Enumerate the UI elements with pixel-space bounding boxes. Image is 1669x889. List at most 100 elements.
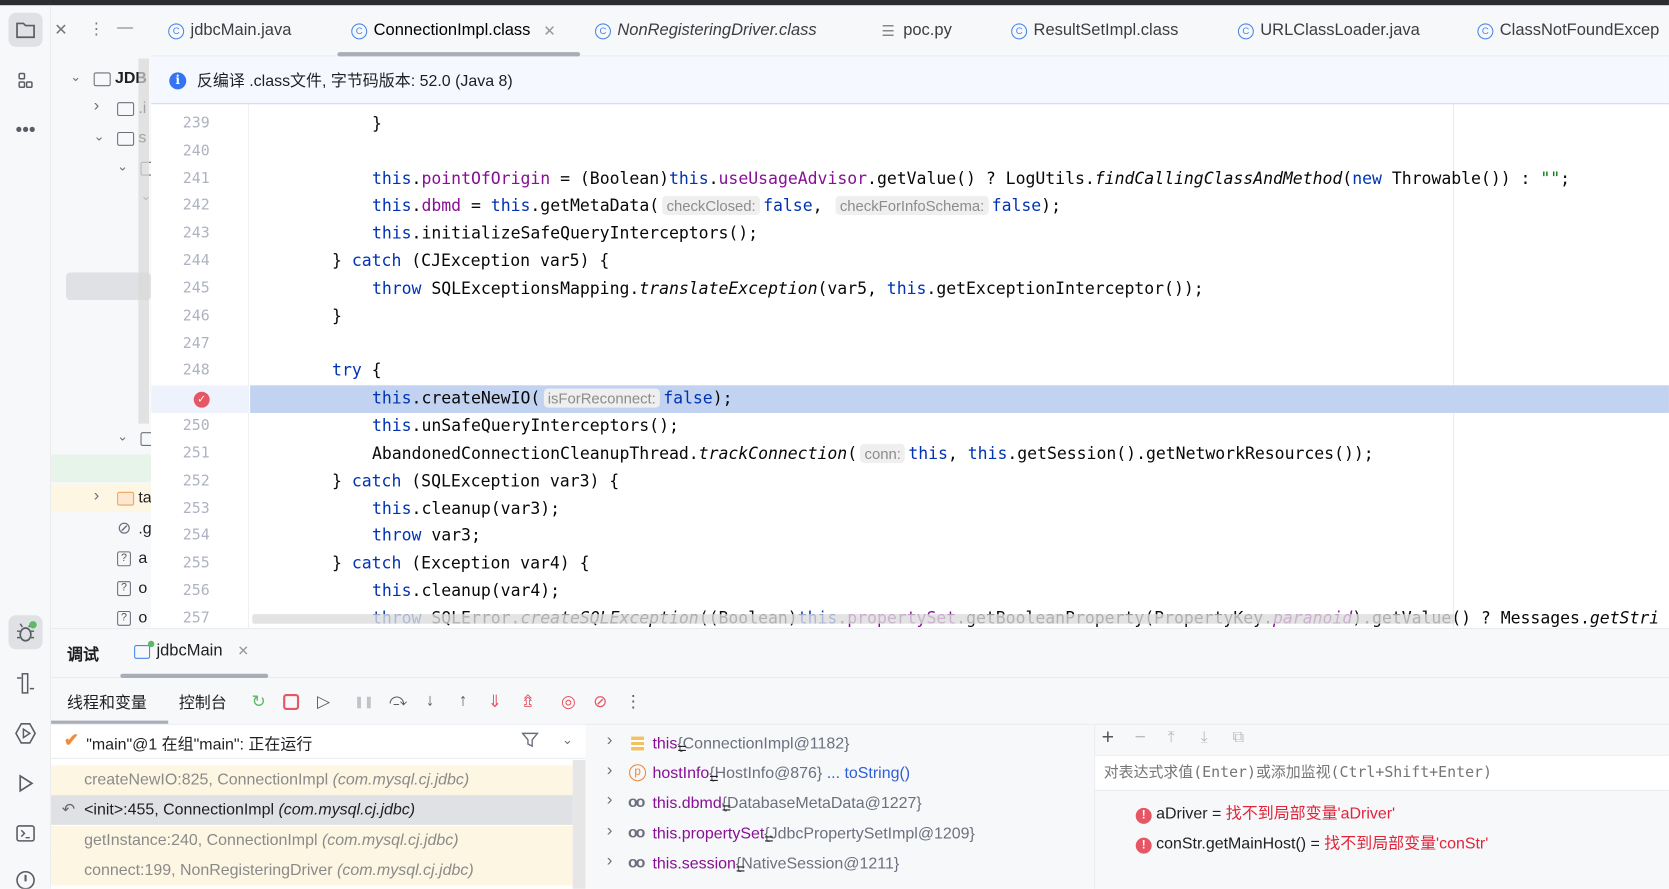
services-icon[interactable] [9,666,43,700]
chevron-right-icon[interactable]: › [607,761,613,780]
run-icon[interactable] [9,766,43,800]
project-tree: ⌄JDB›.i⌄s⌄⌄⌄›ta⊘.g?a?o?o [51,56,152,628]
tab-urlclassloader-java[interactable]: C URLClassLoader.java [1237,5,1420,56]
pause-icon[interactable]: ❚❚ [351,689,377,715]
stack-frame[interactable]: getInstance:240, ConnectionImpl (com.mys… [51,825,573,856]
minimize-icon[interactable]: — [117,18,133,36]
banner-text: 反编译 .class文件, 字节码版本: 52.0 (Java 8) [196,72,513,91]
chevron-right-icon[interactable]: › [607,731,613,750]
chevron-down-icon[interactable]: ⌄ [94,129,105,144]
equals: = [1207,804,1226,823]
evaluate-expression-input[interactable] [1095,754,1669,791]
move-down-icon[interactable]: ⤓ [1201,728,1208,746]
chevron-down-icon[interactable]: ⌄ [117,159,128,174]
code-token: "" [1540,168,1561,189]
tab-nonregisteringdriver-class[interactable]: C NonRegisteringDriver.class [594,5,817,56]
tab-jdbcmain-java[interactable]: CjdbcMain.java [168,5,291,56]
rerun-icon[interactable]: ↻ [246,689,272,715]
line-number: 245 [182,279,210,297]
stack-frame[interactable]: createNewIO:825, ConnectionImpl (com.mys… [51,765,573,796]
stack-frame[interactable]: ↶ <init>:455, ConnectionImpl (com.mysql.c… [51,795,573,826]
stop-icon[interactable] [278,689,304,715]
chevron-down-icon[interactable]: ⌄ [562,732,573,747]
tab-console[interactable]: 控制台 [179,691,227,713]
project-folder-icon[interactable] [8,12,43,47]
tree-item[interactable]: ⌄s [51,125,151,153]
add-watch-icon[interactable]: + [1102,726,1114,750]
frame-method: connect:199, NonRegisteringDriver [84,860,338,880]
tab-classnotfoundexcep[interactable]: C ClassNotFoundExcep [1477,5,1659,56]
chevron-down-icon[interactable]: ⌄ [70,69,81,84]
code-token: } [371,113,382,134]
tree-item[interactable]: ⌄ [51,184,152,212]
variable-row[interactable]: › oo this.propertySet = {JdbcPropertySetIm… [596,819,1092,849]
tab-poc-py[interactable]: ☰ poc.py [881,5,951,56]
mute-breakpoints-icon[interactable]: ⊘ [588,689,614,715]
code-token: SQLExceptionsMapping. [421,278,640,298]
code-token: ; [1560,168,1571,189]
to-string-link[interactable]: ... toString() [822,764,910,782]
more-icon[interactable]: ⋮ [621,689,647,715]
close-icon[interactable]: ✕ [543,22,555,40]
force-step-into-icon[interactable]: ⇓ [482,689,508,715]
close-icon[interactable]: ✕ [237,643,249,660]
remove-watch-icon[interactable]: − [1135,726,1146,748]
tree-item[interactable]: ⊘ .g [51,515,151,543]
chevron-right-icon[interactable]: › [94,97,100,116]
tab-threads-variables[interactable]: 线程和变量 [67,691,147,713]
code-token: this [886,278,927,298]
watch-item[interactable]: ! conStr.getMainHost() = 找不到局部变量'conStr' [1135,831,1488,854]
step-out-icon[interactable]: ↑ [450,689,476,715]
chevron-right-icon[interactable]: › [607,821,613,840]
more-tools-icon[interactable]: ••• [9,113,43,147]
debug-title: 调试 [67,646,100,665]
tree-item[interactable]: ›.i [51,95,151,123]
tree-item[interactable]: ⌄ [51,154,152,182]
tree-item[interactable]: ? o [51,575,151,603]
variable-row[interactable]: › oo this.session = {NativeSession@1211} [596,849,1092,879]
move-up-icon[interactable]: ⤒ [1168,728,1175,746]
tree-item[interactable]: ⌄ JDB [51,65,151,93]
copy-icon[interactable]: ⧉ [1233,728,1244,746]
close-icon[interactable]: ✕ [54,20,67,39]
debug-bug-icon[interactable] [8,615,43,650]
variable-row[interactable]: › oo this.dbmd = {DatabaseMetaData@1227} [596,789,1092,819]
chevron-down-icon[interactable]: ⌄ [117,429,128,444]
tree-item[interactable]: ? a [51,545,151,573]
tab-connectionimpl-class[interactable]: C ConnectionImpl.class ✕ [351,5,556,56]
tab-resultsetimpl-class[interactable]: C ResultSetImpl.class [1011,5,1178,56]
variable-row[interactable]: › p hostInfo = {HostInfo@876} ... toString… [596,759,1092,789]
run-services-icon[interactable] [9,716,43,750]
watches-pane: + − ⤒ ⤓ ⧉ ! aDriver = 找不到局部变量'aDriver' ! … [1094,724,1669,889]
chevron-right-icon[interactable]: › [94,486,100,505]
code-token: (SQLException var3) { [401,471,620,491]
code-token: .getValue() ? LogUtils. [867,168,1095,189]
code-editor[interactable]: 239} 240 241 this.pointOfOrigin = (Boolean)… [151,104,1669,628]
run-to-cursor-icon[interactable]: ⇯ [515,689,541,715]
structure-icon[interactable] [9,64,43,98]
session-tab[interactable]: jdbcMain ✕ [134,640,249,661]
watch-item[interactable]: ! aDriver = 找不到局部变量'aDriver' [1135,801,1395,824]
step-into-icon[interactable]: ↓ [417,689,443,715]
more-icon[interactable]: ⋮ [88,19,104,38]
tree-item[interactable]: ? o [51,605,151,628]
frames-scrollbar[interactable] [572,759,586,889]
tree-item[interactable]: › ta [51,484,152,512]
resume-icon[interactable]: ▷ [311,689,337,715]
thread-selector[interactable]: ✔ "main"@1 在组"main": 正在运行 ⌄ [51,724,586,759]
tree-item[interactable]: ⌄ [51,425,152,453]
variable-row[interactable]: › this = {ConnectionImpl@1182} [596,729,1092,759]
terminal-icon[interactable] [9,816,43,850]
code-token: (var5, [817,278,887,298]
filter-icon[interactable] [521,731,539,752]
problems-icon[interactable] [9,863,43,889]
horizontal-scrollbar[interactable] [252,614,1456,624]
stack-frame[interactable]: connect:199, NonRegisteringDriver (com.m… [51,855,573,886]
class-icon: C [351,22,368,39]
step-over-icon[interactable]: ⤼ [385,689,411,715]
chevron-right-icon[interactable]: › [607,791,613,810]
tree-scrollbar[interactable] [138,58,150,424]
chevron-right-icon[interactable]: › [607,851,613,870]
ignored-file-icon: ⊘ [117,519,132,538]
view-breakpoints-icon[interactable]: ◎ [556,689,582,715]
